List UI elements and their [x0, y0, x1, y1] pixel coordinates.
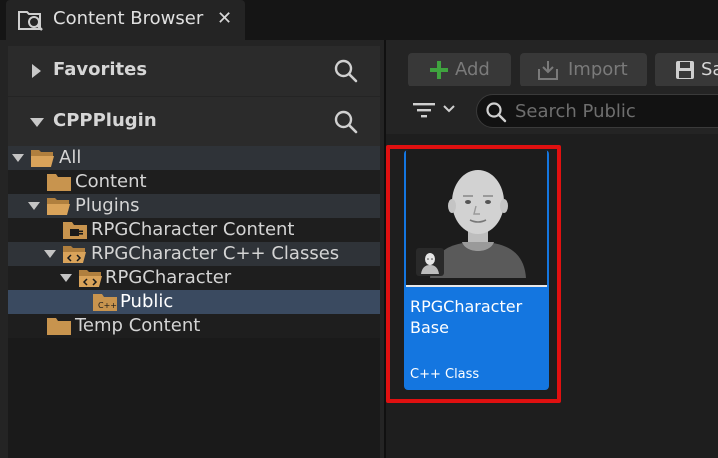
tree-item-label: All	[59, 147, 82, 168]
tree-item-rpgcharacter-cpp-classes[interactable]: RPGCharacter C++ Classes	[8, 242, 380, 266]
chevron-down-icon	[28, 202, 40, 210]
tab-content-browser[interactable]: Content Browser ✕	[6, 0, 245, 40]
tree-item-rpgcharacter[interactable]: RPGCharacter	[8, 266, 380, 290]
search-input[interactable]	[515, 98, 718, 124]
class-badge-icon	[416, 248, 444, 276]
tree-item-all[interactable]: All	[8, 146, 380, 170]
chevron-down-icon	[30, 118, 44, 127]
favorites-label: Favorites	[53, 59, 148, 80]
tree-item-label: RPGCharacter Content	[91, 219, 295, 240]
cpp-folder-icon: C++	[93, 294, 117, 311]
chevron-down-icon	[443, 105, 455, 113]
tree-item-label: RPGCharacter	[105, 267, 232, 288]
folder-icon	[47, 174, 71, 191]
add-button[interactable]: Add	[408, 53, 511, 87]
toolbar: Add Import Sa	[386, 40, 718, 87]
project-label: CPPPlugin	[53, 110, 157, 131]
tree-item-label: Plugins	[75, 195, 140, 216]
favorites-header[interactable]: Favorites	[8, 46, 380, 96]
filter-row	[386, 86, 718, 134]
asset-type: C++ Class	[410, 367, 480, 382]
tab-strip: Content Browser ✕	[0, 0, 718, 40]
project-header[interactable]: CPPPlugin	[8, 97, 380, 147]
tree-item-rpgcharacter-content[interactable]: RPGCharacter Content	[8, 218, 380, 242]
import-label: Import	[568, 59, 628, 80]
close-icon[interactable]: ✕	[217, 8, 232, 29]
chevron-down-icon	[12, 154, 24, 162]
save-label: Sa	[701, 59, 718, 80]
tree-item-public[interactable]: C++ Public	[8, 290, 380, 314]
filter-icon	[413, 103, 435, 118]
chevron-down-icon	[44, 250, 56, 258]
thumbnail-divider	[406, 285, 547, 287]
asset-thumbnail	[406, 150, 547, 285]
tab-title: Content Browser	[53, 8, 204, 29]
folder-icon	[47, 318, 71, 335]
content-browser-icon	[18, 11, 43, 31]
asset-tile[interactable]: RPGCharacter Base C++ Class	[404, 150, 549, 390]
search-icon[interactable]	[333, 58, 359, 84]
search-icon[interactable]	[333, 109, 359, 135]
tree-item-plugins[interactable]: Plugins	[8, 194, 380, 218]
folder-open-icon	[47, 198, 70, 215]
tree-item-temp-content[interactable]: Temp Content	[8, 314, 380, 338]
tree-item-label: RPGCharacter C++ Classes	[91, 243, 340, 264]
tree-item-label: Content	[75, 171, 147, 192]
save-all-button[interactable]: Sa	[655, 53, 718, 87]
sources-panel: Favorites CPPPlugin All Content Plugins …	[0, 40, 384, 458]
code-folder-open-icon	[63, 246, 86, 263]
search-box	[476, 94, 718, 128]
save-icon	[676, 61, 694, 79]
plugin-folder-icon	[63, 222, 87, 239]
svg-text:C++: C++	[98, 301, 117, 310]
tree-item-content[interactable]: Content	[8, 170, 380, 194]
tree-item-label: Temp Content	[75, 315, 201, 336]
filter-button[interactable]	[408, 96, 458, 124]
plus-icon	[430, 61, 448, 79]
import-button[interactable]: Import	[520, 53, 647, 87]
folder-open-icon	[31, 150, 54, 167]
search-icon	[486, 102, 507, 123]
add-label: Add	[455, 59, 490, 80]
asset-name: RPGCharacter Base	[410, 297, 523, 337]
tree-item-label: Public	[120, 291, 174, 312]
asset-view-panel: Add Import Sa Search Public RPGCharacter…	[386, 40, 718, 458]
import-icon	[538, 61, 558, 80]
folder-tree: All Content Plugins RPGCharacter Content…	[8, 146, 380, 458]
chevron-right-icon	[32, 64, 41, 78]
chevron-down-icon	[60, 274, 72, 282]
code-folder-open-icon	[79, 270, 102, 287]
